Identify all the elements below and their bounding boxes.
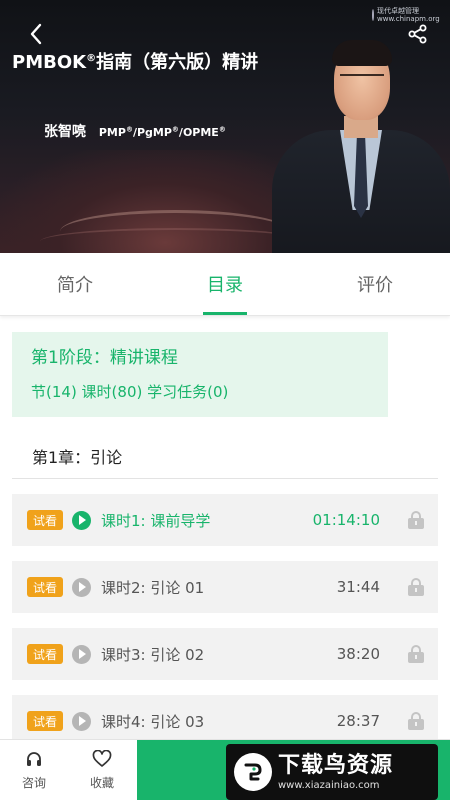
lesson-name: 课时3: 引论 02	[101, 645, 205, 664]
lesson-row[interactable]: 试看 课时3: 引论 02 38:20	[12, 628, 438, 680]
author-line: 张智喨 PMP®/PgMP®/OPME®	[44, 121, 226, 141]
favorite-label: 收藏	[89, 776, 114, 790]
consult-button[interactable]: 咨询	[0, 740, 68, 800]
watermark-title: 下载鸟资源	[278, 753, 394, 778]
lock-icon	[408, 712, 424, 730]
headset-icon	[27, 752, 41, 766]
course-title-main: PMBOK	[12, 52, 87, 73]
stage-meta: 节(14) 课时(80) 学习任务(0)	[31, 383, 229, 401]
lock-icon	[408, 511, 424, 529]
play-icon	[72, 644, 91, 664]
lock-icon	[408, 578, 424, 596]
lesson-name: 课时4: 引论 03	[101, 712, 205, 731]
tab-intro-label: 简介	[57, 275, 93, 296]
lesson-duration: 31:44	[336, 578, 380, 596]
credential-pgmp: /PgMP	[132, 126, 172, 139]
chapter-heading[interactable]: 第1章：引论	[12, 440, 438, 479]
preview-badge: 试看	[27, 510, 63, 530]
course-title: PMBOK®指南（第六版）精讲	[12, 48, 258, 74]
credential-pmp-sup: ®	[125, 125, 133, 134]
chevron-left-icon	[30, 23, 42, 45]
publisher-logo-line1: 现代卓越管理	[377, 7, 419, 15]
tab-bar: 简介 目录 评价	[0, 253, 450, 316]
consult-label: 咨询	[21, 776, 46, 790]
lesson-duration: 28:37	[336, 712, 380, 730]
play-icon	[72, 577, 91, 597]
play-icon	[72, 711, 91, 731]
watermark-url: www.xiazainiao.com	[278, 780, 380, 791]
presenter-image	[272, 38, 450, 253]
tab-intro[interactable]: 简介	[0, 253, 150, 315]
stage-title: 第1阶段：精讲课程	[31, 348, 178, 368]
preview-badge: 试看	[27, 711, 63, 731]
favorite-button[interactable]: 收藏	[68, 740, 136, 800]
credential-pgmp-sup: ®	[171, 125, 179, 134]
lesson-name: 课时1: 课前导学	[101, 511, 211, 530]
back-button[interactable]	[22, 20, 50, 48]
publisher-logo-mark	[372, 9, 374, 21]
credential-opme-sup: ®	[218, 125, 226, 134]
tab-reviews-label: 评价	[357, 275, 393, 296]
author-name: 张智喨	[44, 124, 86, 140]
course-video-banner[interactable]: 现代卓越管理 www.chinapm.org PMBOK®指南（第六版）精讲 张…	[0, 0, 450, 253]
author-credentials: PMP®/PgMP®/OPME®	[98, 125, 226, 139]
play-icon	[72, 510, 91, 530]
stage-card[interactable]: 第1阶段：精讲课程 节(14) 课时(80) 学习任务(0)	[12, 332, 388, 417]
tab-catalog-label: 目录	[207, 275, 243, 296]
lesson-row[interactable]: 试看 课时1: 课前导学 01:14:10	[12, 494, 438, 546]
lesson-name: 课时2: 引论 01	[101, 578, 205, 597]
heart-icon	[92, 750, 112, 767]
share-button[interactable]	[404, 20, 432, 48]
preview-badge: 试看	[27, 644, 63, 664]
lesson-duration: 38:20	[336, 645, 380, 663]
tab-reviews[interactable]: 评价	[300, 253, 450, 315]
credential-opme: /OPME	[178, 126, 219, 139]
tab-catalog[interactable]: 目录	[150, 253, 300, 315]
site-watermark: 下载鸟资源 www.xiazainiao.com	[226, 744, 438, 800]
lock-icon	[408, 645, 424, 663]
lesson-row[interactable]: 试看 课时2: 引论 01 31:44	[12, 561, 438, 613]
preview-badge: 试看	[27, 577, 63, 597]
bird-logo-icon	[234, 753, 272, 791]
course-title-sup: ®	[86, 53, 97, 64]
lesson-duration: 01:14:10	[312, 511, 380, 529]
share-icon	[408, 24, 427, 44]
credential-pmp: PMP	[98, 126, 126, 139]
course-title-rest: 指南（第六版）精讲	[96, 52, 259, 73]
